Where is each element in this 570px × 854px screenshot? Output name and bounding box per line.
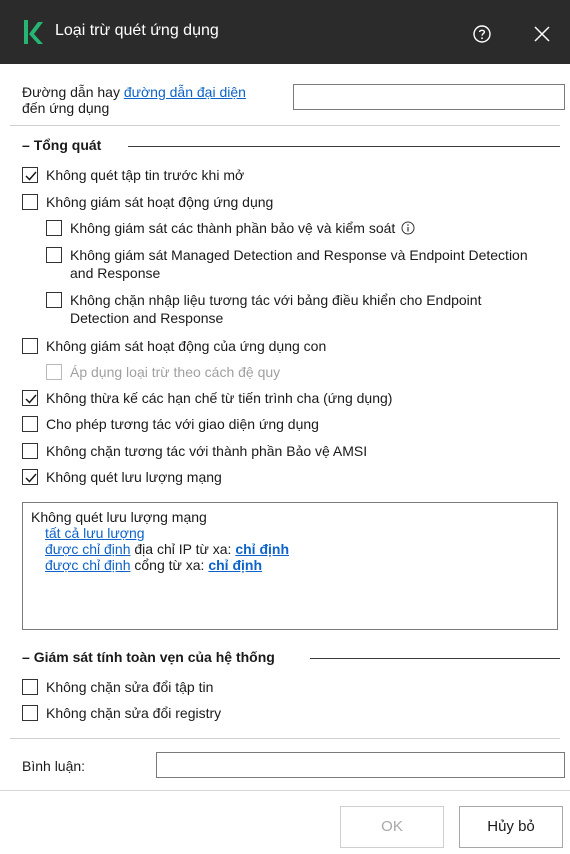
comment-label: Bình luận:	[22, 758, 86, 774]
checkbox-box[interactable]	[22, 443, 38, 459]
checkbox-box[interactable]	[22, 416, 38, 432]
checkbox-no-inherit-parent-restrictions[interactable]: Không thừa kế các hạn chế từ tiến trình …	[22, 389, 542, 409]
checkbox-box[interactable]	[22, 338, 38, 354]
general-group-title: Tổng quát	[33, 137, 102, 153]
checkbox-label: Không thừa kế các hạn chế từ tiến trình …	[46, 390, 393, 406]
checkbox-label: Không giám sát hoạt động của ứng dụng co…	[46, 338, 327, 354]
checkbox-label: Không chặn sửa đổi tập tin	[46, 679, 214, 695]
footer-divider	[0, 790, 570, 791]
checkbox-label: Không quét lưu lượng mạng	[46, 469, 222, 485]
path-label-line2: đến ứng dụng	[22, 100, 110, 116]
check-icon	[25, 171, 37, 181]
checkbox-box[interactable]	[22, 167, 38, 183]
network-box-title: Không quét lưu lượng mạng	[31, 509, 207, 525]
checkbox-box[interactable]	[22, 705, 38, 721]
all-traffic-link[interactable]: tất cả lưu lượng	[45, 525, 145, 541]
checkbox-no-monitor-child-apps[interactable]: Không giám sát hoạt động của ứng dụng co…	[22, 337, 542, 357]
checkbox-no-block-registry-modification[interactable]: Không chặn sửa đổi registry	[22, 704, 542, 724]
checkbox-label: Không chặn nhập liệu tương tác với bảng …	[70, 292, 482, 326]
checkbox-box[interactable]	[22, 469, 38, 485]
checkbox-box[interactable]	[46, 247, 62, 263]
remote-ip-value-link[interactable]: chỉ định	[235, 541, 289, 557]
checkbox-label: Cho phép tương tác với giao diện ứng dụn…	[46, 416, 319, 432]
checkbox-box[interactable]	[22, 194, 38, 210]
checkbox-no-block-amsi[interactable]: Không chặn tương tác với thành phần Bảo …	[22, 442, 542, 462]
checkbox-label: Không chặn sửa đổi registry	[46, 705, 222, 721]
check-icon	[25, 473, 37, 483]
close-icon[interactable]	[532, 24, 552, 44]
divider	[10, 125, 560, 126]
path-input[interactable]	[293, 84, 565, 110]
checkbox-no-monitor-mdr-edr[interactable]: Không giám sát Managed Detection and Res…	[46, 246, 546, 286]
check-icon	[25, 394, 37, 404]
remote-port-value-link[interactable]: chỉ định	[208, 557, 262, 573]
checkbox-apply-recursive[interactable]: Áp dụng loại trừ theo cách đệ quy	[46, 363, 546, 383]
checkbox-label: Không giám sát các thành phần bảo vệ và …	[70, 220, 396, 236]
specified-ip-link[interactable]: được chỉ định	[45, 541, 130, 557]
checkbox-box[interactable]	[22, 390, 38, 406]
integrity-group-title: Giám sát tính toàn vẹn của hệ thống	[33, 649, 275, 665]
network-traffic-box: Không quét lưu lượng mạng tất cả lưu lượ…	[22, 502, 558, 630]
checkbox-label: Không giám sát Managed Detection and Res…	[70, 247, 528, 281]
general-group-header: – Tổng quát	[22, 136, 560, 156]
specified-port-link[interactable]: được chỉ định	[45, 557, 130, 573]
cancel-button[interactable]: Hủy bỏ	[459, 806, 563, 848]
checkbox-allow-ui-interaction[interactable]: Cho phép tương tác với giao diện ứng dụn…	[22, 415, 542, 435]
checkbox-no-scan-network-traffic[interactable]: Không quét lưu lượng mạng	[22, 468, 542, 488]
checkbox-no-monitor-app-activity[interactable]: Không giám sát hoạt động ứng dụng	[22, 193, 542, 213]
checkbox-box[interactable]	[46, 220, 62, 236]
divider	[10, 738, 560, 739]
help-icon[interactable]	[472, 24, 492, 44]
checkbox-label: Áp dụng loại trừ theo cách đệ quy	[70, 364, 281, 380]
checkbox-box[interactable]	[46, 292, 62, 308]
ok-button[interactable]: OK	[340, 806, 444, 848]
window-title: Loại trừ quét ứng dụng	[55, 22, 219, 39]
checkbox-box[interactable]	[46, 364, 62, 380]
checkbox-no-monitor-protection-components[interactable]: Không giám sát các thành phần bảo vệ và …	[46, 219, 556, 239]
comment-input[interactable]	[156, 752, 565, 778]
representative-path-link[interactable]: đường dẫn đại diện	[124, 84, 246, 100]
checkbox-label: Không quét tập tin trước khi mở	[46, 167, 245, 183]
info-icon[interactable]	[401, 221, 415, 235]
checkbox-no-block-edr-console-input[interactable]: Không chặn nhập liệu tương tác với bảng …	[46, 291, 546, 331]
remote-port-text: cổng từ xa:	[130, 557, 209, 573]
integrity-group-header: – Giám sát tính toàn vẹn của hệ thống	[22, 648, 560, 668]
remote-ip-text: địa chỉ IP từ xa:	[130, 541, 236, 557]
kaspersky-logo-icon	[24, 20, 43, 44]
path-label: Đường dẫn hay đường dẫn đại diện đến ứng…	[22, 84, 246, 116]
checkbox-no-block-file-modification[interactable]: Không chặn sửa đổi tập tin	[22, 678, 542, 698]
checkbox-no-scan-files-before-open[interactable]: Không quét tập tin trước khi mở	[22, 166, 542, 186]
title-bar: Loại trừ quét ứng dụng	[0, 0, 570, 64]
checkbox-label: Không giám sát hoạt động ứng dụng	[46, 194, 274, 210]
checkbox-label: Không chặn tương tác với thành phần Bảo …	[46, 443, 368, 459]
path-label-prefix: Đường dẫn hay	[22, 84, 124, 100]
group-line	[128, 146, 560, 147]
group-line	[310, 658, 560, 659]
checkbox-box[interactable]	[22, 679, 38, 695]
